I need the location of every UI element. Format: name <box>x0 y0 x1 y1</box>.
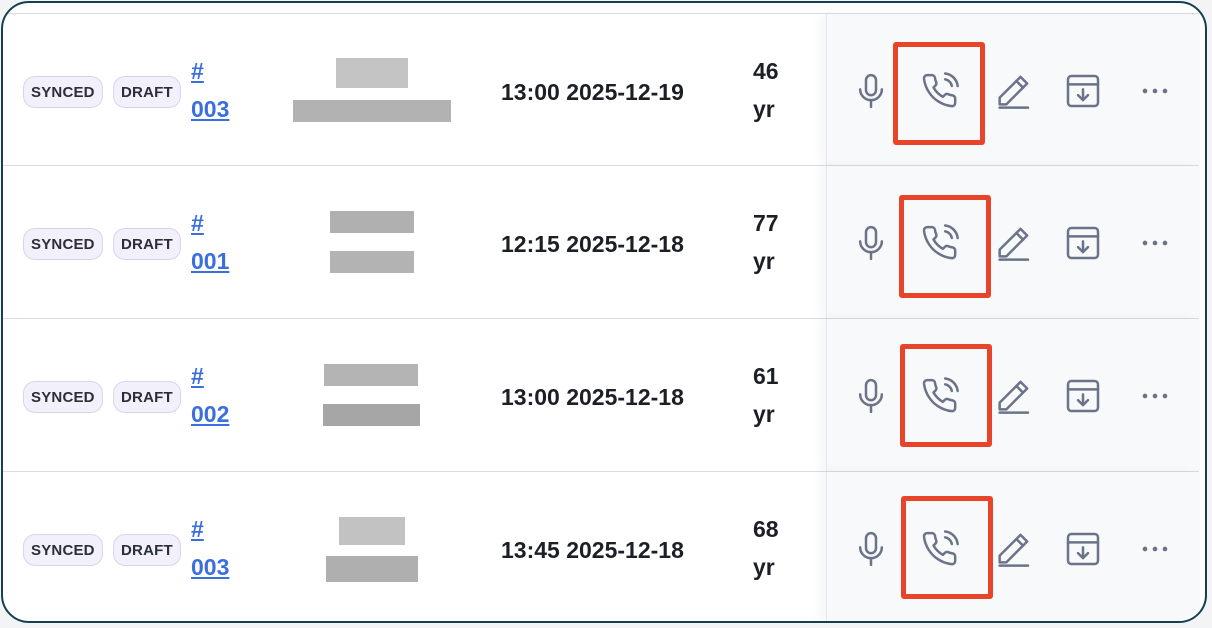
record-id-hash: # <box>191 210 204 236</box>
draft-badge: DRAFT <box>113 228 181 260</box>
record-id-hash: # <box>191 363 204 389</box>
phone-call-icon[interactable] <box>921 529 961 569</box>
draft-badge: DRAFT <box>113 76 181 108</box>
patient-age: 46 yr <box>753 58 779 122</box>
appointment-datetime: 13:00 2025-12-18 <box>501 384 684 410</box>
archive-download-icon[interactable] <box>1063 223 1103 263</box>
pencil-icon[interactable] <box>993 529 1033 569</box>
microphone-icon[interactable] <box>851 71 891 111</box>
record-id-link[interactable]: # 001 <box>191 204 251 280</box>
record-id-link[interactable]: # 003 <box>191 510 251 586</box>
table-row[interactable]: SYNCED DRAFT # 002 13:00 2025-12-18 61 yr <box>3 319 1200 472</box>
record-id-hash: # <box>191 516 204 542</box>
record-id-number: 003 <box>191 96 230 122</box>
appointment-datetime: 13:45 2025-12-18 <box>501 537 684 563</box>
records-table: SYNCED DRAFT # 003 13:00 2025-12-19 46 yr <box>1 1 1207 623</box>
synced-badge: SYNCED <box>23 228 103 260</box>
synced-badge: SYNCED <box>23 381 103 413</box>
record-id-number: 003 <box>191 554 230 580</box>
record-id-number: 002 <box>191 401 230 427</box>
record-id-hash: # <box>191 58 204 84</box>
table-row[interactable]: SYNCED DRAFT # 001 12:15 2025-12-18 77 yr <box>3 166 1200 319</box>
patient-age: 77 yr <box>753 210 779 274</box>
patient-age: 61 yr <box>753 363 779 427</box>
synced-badge: SYNCED <box>23 534 103 566</box>
more-horizontal-icon[interactable] <box>1135 223 1175 263</box>
phone-call-icon[interactable] <box>921 376 961 416</box>
archive-download-icon[interactable] <box>1063 376 1103 416</box>
record-id-number: 001 <box>191 248 230 274</box>
record-id-link[interactable]: # 003 <box>191 52 251 128</box>
appointment-datetime: 12:15 2025-12-18 <box>501 231 684 257</box>
draft-badge: DRAFT <box>113 534 181 566</box>
phone-call-icon[interactable] <box>921 223 961 263</box>
archive-download-icon[interactable] <box>1063 529 1103 569</box>
more-horizontal-icon[interactable] <box>1135 376 1175 416</box>
archive-download-icon[interactable] <box>1063 71 1103 111</box>
appointment-datetime: 13:00 2025-12-19 <box>501 79 684 105</box>
pencil-icon[interactable] <box>993 71 1033 111</box>
more-horizontal-icon[interactable] <box>1135 529 1175 569</box>
phone-call-icon[interactable] <box>921 71 961 111</box>
synced-badge: SYNCED <box>23 76 103 108</box>
microphone-icon[interactable] <box>851 529 891 569</box>
pencil-icon[interactable] <box>993 376 1033 416</box>
more-horizontal-icon[interactable] <box>1135 71 1175 111</box>
record-id-link[interactable]: # 002 <box>191 357 251 433</box>
patient-age: 68 yr <box>753 516 779 580</box>
microphone-icon[interactable] <box>851 376 891 416</box>
microphone-icon[interactable] <box>851 223 891 263</box>
pencil-icon[interactable] <box>993 223 1033 263</box>
draft-badge: DRAFT <box>113 381 181 413</box>
table-row[interactable]: SYNCED DRAFT # 003 13:00 2025-12-19 46 yr <box>3 13 1200 166</box>
table-row[interactable]: SYNCED DRAFT # 003 13:45 2025-12-18 68 yr <box>3 472 1200 621</box>
